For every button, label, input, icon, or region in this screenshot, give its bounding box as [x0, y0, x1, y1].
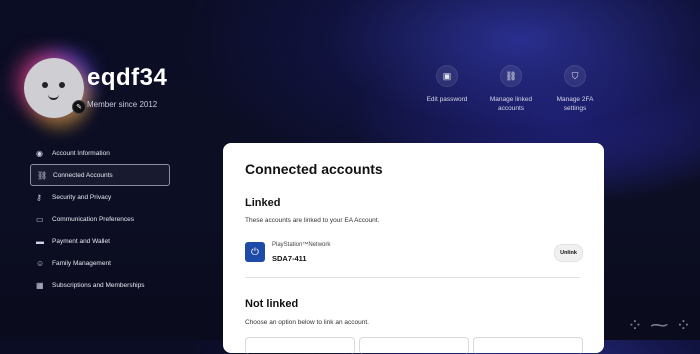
edit-password-button[interactable]: ▣ Edit password	[412, 65, 482, 104]
manage-2fa-label: Manage 2FA settings	[556, 96, 594, 112]
account-id: SDA7-411	[272, 254, 307, 263]
user-circle-icon: ◉	[36, 148, 43, 158]
sidebar-item-label: Payment and Wallet	[52, 237, 110, 245]
sidebar-item-label: Subscriptions and Memberships	[52, 281, 145, 289]
key-icon: ⚷	[36, 192, 42, 202]
sidebar-item-family[interactable]: ☺ Family Management	[30, 252, 170, 274]
not-linked-section-description: Choose an option below to link an accoun…	[245, 319, 369, 326]
connected-accounts-card: Connected accounts Linked These accounts…	[223, 143, 604, 354]
account-network-name: PlayStation™Network	[272, 242, 331, 248]
username: eqdf34	[87, 64, 168, 91]
sidebar-item-label: Account Information	[52, 149, 110, 157]
member-since: Member since 2012	[87, 100, 158, 109]
chat-icon: ▭	[36, 214, 44, 224]
watermark-logo: ⁘ ⁓ ⁘	[627, 315, 692, 336]
avatar-container[interactable]: ✎	[24, 58, 86, 118]
sidebar-item-connected-accounts[interactable]: ⛓ Connected Accounts	[30, 164, 170, 186]
sidebar-item-communication[interactable]: ▭ Communication Preferences	[30, 208, 170, 230]
manage-linked-accounts-button[interactable]: ⛓ Manage linked accounts	[476, 65, 546, 113]
unlink-button[interactable]: Unlink	[554, 244, 583, 262]
divider	[245, 277, 580, 278]
sidebar-item-label: Connected Accounts	[53, 171, 113, 179]
avatar-mouth	[48, 92, 59, 100]
sidebar: ◉ Account Information ⛓ Connected Accoun…	[30, 142, 170, 296]
sidebar-item-security-privacy[interactable]: ⚷ Security and Privacy	[30, 186, 170, 208]
linked-section-description: These accounts are linked to your EA Acc…	[245, 217, 380, 224]
sidebar-item-label: Family Management	[52, 259, 111, 267]
not-linked-section-title: Not linked	[245, 298, 299, 310]
page-title: Connected accounts	[245, 161, 383, 177]
sidebar-item-subscriptions[interactable]: ▦ Subscriptions and Memberships	[30, 274, 170, 296]
card-icon: ▬	[36, 236, 44, 246]
playstation-icon: ⏻	[245, 242, 265, 262]
manage-2fa-button[interactable]: ⛉ Manage 2FA settings	[540, 65, 610, 113]
linked-section-title: Linked	[245, 197, 281, 209]
link-icon: ⛓	[500, 65, 522, 87]
sidebar-item-label: Security and Privacy	[52, 193, 112, 201]
sidebar-item-label: Communication Preferences	[52, 215, 135, 223]
sidebar-item-payment[interactable]: ▬ Payment and Wallet	[30, 230, 170, 252]
shield-icon: ⛉	[564, 65, 586, 87]
manage-linked-accounts-label: Manage linked accounts	[489, 96, 533, 112]
edit-avatar-icon[interactable]: ✎	[72, 100, 86, 114]
password-icon: ▣	[436, 65, 458, 87]
avatar-eye-left	[42, 82, 48, 88]
subscription-icon: ▦	[36, 280, 44, 290]
sidebar-item-account-information[interactable]: ◉ Account Information	[30, 142, 170, 164]
avatar-eye-right	[59, 82, 65, 88]
family-icon: ☺	[36, 258, 45, 268]
link-icon: ⛓	[37, 170, 48, 180]
edit-password-label: Edit password	[426, 96, 468, 103]
